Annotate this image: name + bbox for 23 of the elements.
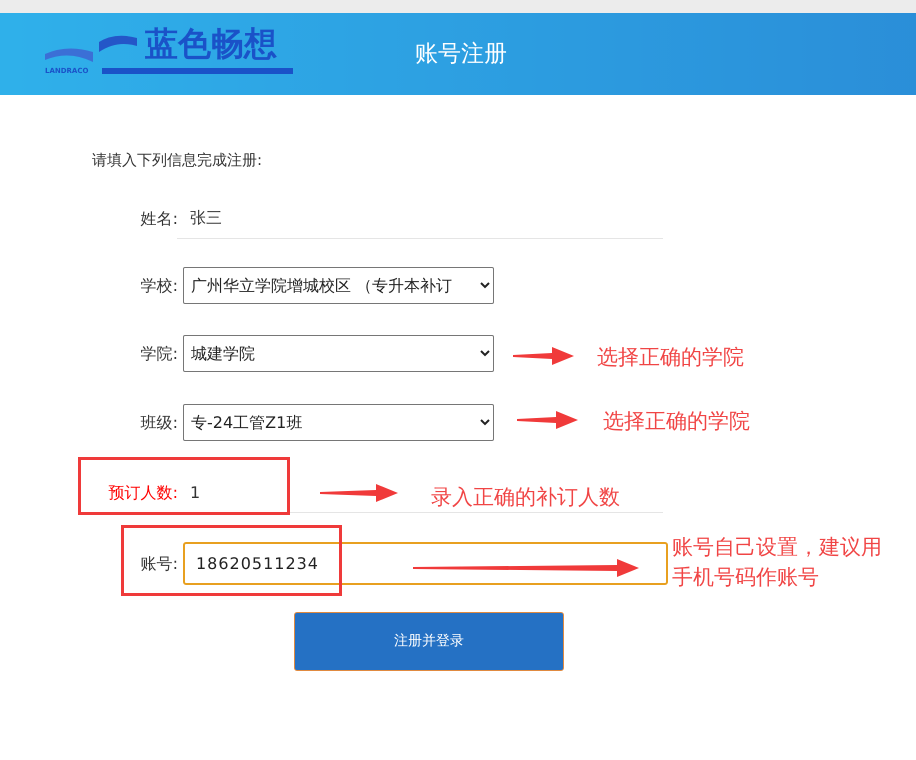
arrow-icon [517,411,578,429]
arrow-icon [513,347,574,365]
field-label: 学校: [140,274,178,296]
annotation-note: 选择正确的学院 [597,344,744,371]
page-title: 账号注册 [415,40,507,69]
account-input[interactable]: 18620511234 [183,542,668,585]
field-label: 学院: [140,342,178,364]
text-field[interactable]: 张三 [177,199,663,239]
arrow-icon [320,484,398,502]
annotation-note: 录入正确的补订人数 [431,484,620,511]
annotation-note: 账号自己设置，建议用手机号码作账号 [672,534,883,591]
field-label: 预订人数: [108,482,178,504]
field-label: 账号: [140,552,178,574]
dropdown-select[interactable]: 城建学院 [183,335,494,372]
logo-text: 蓝色畅想 [145,24,277,64]
dropdown-select[interactable]: 广州华立学院增城校区 （专升本补订 [183,267,494,304]
annotation-note: 选择正确的学院 [603,408,750,435]
field-label: 班级: [140,412,178,434]
dropdown-select[interactable]: 专-24工管Z1班 [183,404,494,441]
register-button[interactable]: 注册并登录 [294,612,564,671]
form-intro: 请填入下列信息完成注册: [92,150,264,170]
field-label: 姓名: [140,208,178,230]
arrow-icon [413,559,639,577]
